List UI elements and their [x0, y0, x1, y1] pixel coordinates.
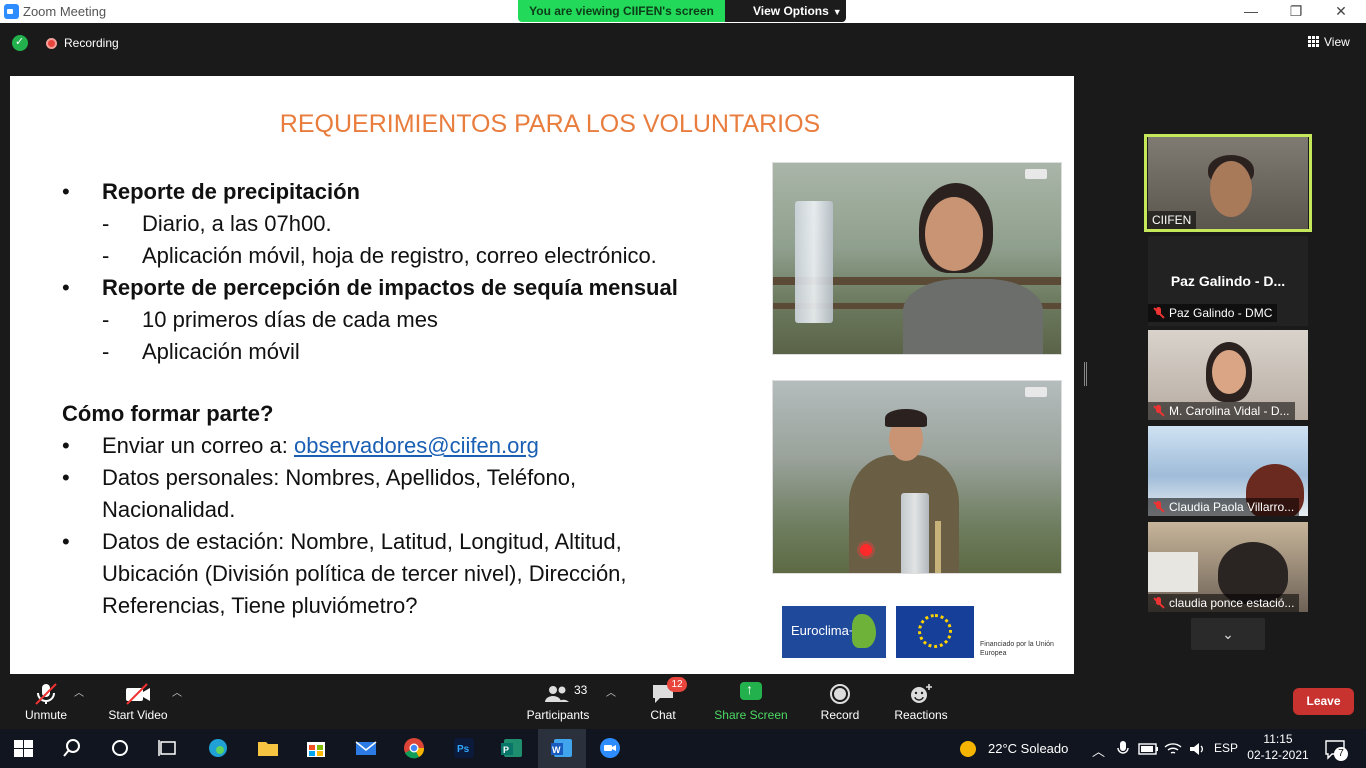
chevron-down-icon: ⌄: [1222, 626, 1234, 642]
mic-muted-icon: [1153, 501, 1164, 513]
record-icon: [830, 684, 850, 704]
zoom-taskbar-icon[interactable]: [598, 737, 622, 759]
publisher-icon[interactable]: P: [500, 737, 524, 759]
participants-count: 33: [574, 683, 588, 697]
bullet-item: • Datos personales: Nombres, Apellidos, T…: [62, 465, 577, 522]
sub-bullet-item: - Aplicación móvil: [102, 339, 300, 364]
chevron-down-icon: ▼: [832, 7, 842, 17]
sub-bullet-item: - Diario, a las 07h00.: [102, 211, 332, 236]
tray-expand-icon[interactable]: ︿: [1092, 741, 1105, 760]
mic-muted-icon: [35, 683, 57, 705]
participant-name: M. Carolina Vidal - D...: [1148, 402, 1295, 420]
encryption-shield-icon[interactable]: [12, 35, 28, 51]
leave-button[interactable]: Leave: [1293, 688, 1354, 715]
gallery-next-button[interactable]: ⌄: [1191, 618, 1265, 650]
chat-unread-badge: 12: [667, 677, 687, 692]
watermark-logo: [1025, 169, 1047, 179]
rain-gauge: [901, 493, 929, 573]
share-screen-icon: [740, 681, 762, 700]
bullet-item: • Reporte de precipitación: [62, 179, 360, 204]
email-link[interactable]: observadores@ciifen.org: [294, 433, 539, 458]
word-icon[interactable]: W: [550, 737, 574, 759]
view-label: View: [1324, 35, 1350, 49]
maximize-button[interactable]: ❐: [1281, 2, 1311, 20]
svg-text:Ps: Ps: [457, 744, 470, 755]
bullet-item: • Datos de estación: Nombre, Latitud, Lon…: [62, 529, 627, 618]
notification-count-badge: 7: [1334, 747, 1348, 761]
volunteer-photo-man: [772, 380, 1062, 574]
emoji-plus-icon: [911, 684, 932, 703]
photoshop-icon[interactable]: Ps: [452, 737, 476, 759]
chrome-icon[interactable]: [402, 737, 426, 759]
participant-name: claudia ponce estació...: [1148, 594, 1300, 612]
bullet-item: • Enviar un correo a: observadores@ciifen…: [62, 433, 539, 458]
participant-tile[interactable]: Paz Galindo - D... Paz Galindo - DMC: [1148, 236, 1308, 326]
window-title: Zoom Meeting: [23, 4, 107, 19]
svg-text:P: P: [503, 745, 509, 755]
clock-date: 02-12-2021: [1247, 748, 1309, 762]
close-button[interactable]: ✕: [1326, 2, 1356, 20]
minimize-button[interactable]: —: [1236, 2, 1266, 20]
file-explorer-icon[interactable]: [256, 737, 280, 759]
shared-screen: REQUERIMIENTOS PARA LOS VOLUNTARIOS • Rep…: [10, 76, 1074, 674]
participant-tile[interactable]: M. Carolina Vidal - D...: [1148, 330, 1308, 420]
recording-label: Recording: [64, 36, 119, 50]
edge-browser-icon[interactable]: [206, 737, 230, 759]
funding-caption: Financiado por la Unión Europea: [980, 641, 1054, 657]
participant-name: CIIFEN: [1148, 211, 1197, 229]
sub-bullet-item: -10 primeros días de cada mes: [102, 307, 438, 332]
slide-title: REQUERIMIENTOS PARA LOS VOLUNTARIOS: [279, 110, 821, 138]
audio-options-caret[interactable]: ︿: [74, 684, 84, 699]
mail-icon[interactable]: [354, 737, 378, 759]
participants-options-caret[interactable]: ︿: [606, 684, 616, 699]
viewing-screen-label: You are viewing CIIFEN's screen: [518, 0, 725, 22]
cortana-icon[interactable]: [108, 737, 132, 759]
resize-handle[interactable]: [1084, 362, 1087, 386]
bullet-item: • Reporte de percepción de impactos de se…: [62, 275, 678, 300]
participants-icon: [545, 686, 569, 702]
view-button[interactable]: View: [1308, 35, 1350, 49]
search-icon[interactable]: [60, 737, 84, 759]
clock-time: 11:15: [1263, 732, 1293, 746]
windows-start-icon[interactable]: [12, 737, 36, 759]
euroclima-logo: Euroclima+: [782, 606, 886, 658]
participant-name: Paz Galindo - DMC: [1148, 304, 1278, 322]
participant-name: Claudia Paola Villarro...: [1148, 498, 1300, 516]
microphone-in-use-icon[interactable]: [1116, 740, 1130, 758]
participant-tile[interactable]: claudia ponce estació...: [1148, 522, 1308, 612]
annotation-pointer: [860, 544, 872, 556]
video-options-caret[interactable]: ︿: [172, 684, 182, 699]
eu-flag-logo: [896, 606, 974, 658]
weather-label[interactable]: 22°C Soleado: [988, 741, 1068, 756]
weather-sun-icon[interactable]: [958, 739, 978, 759]
recording-icon: [46, 38, 57, 49]
mic-muted-icon: [1153, 405, 1164, 417]
view-options-button[interactable]: View Options ▼: [725, 0, 846, 22]
volunteer-photo-woman: [772, 162, 1062, 355]
section-heading: Cómo formar parte?: [62, 401, 274, 426]
volume-icon[interactable]: [1188, 741, 1206, 757]
battery-icon[interactable]: [1138, 741, 1160, 757]
mic-muted-icon: [1153, 307, 1164, 319]
store-icon[interactable]: [304, 737, 328, 759]
slide-body: • Reporte de precipitación - Diario, a las…: [62, 176, 762, 622]
participant-display-name: Paz Galindo - D...: [1170, 273, 1286, 289]
sub-bullet-item: - Aplicación móvil, hoja de registro, cor…: [102, 243, 657, 268]
grid-icon: [1308, 36, 1319, 47]
clock[interactable]: 11:15 02-12-2021: [1246, 731, 1310, 763]
camera-off-icon: [126, 683, 150, 705]
task-view-icon[interactable]: [156, 737, 180, 759]
rain-gauge: [795, 201, 833, 323]
svg-text:W: W: [552, 745, 561, 755]
participant-tile[interactable]: Claudia Paola Villarro...: [1148, 426, 1308, 516]
language-indicator[interactable]: ESP: [1214, 741, 1238, 755]
share-banner: You are viewing CIIFEN's screen View Opt…: [518, 0, 846, 22]
watermark-logo: [1025, 387, 1047, 397]
wifi-icon[interactable]: [1164, 741, 1182, 757]
view-options-label: View Options: [753, 4, 829, 18]
windows-taskbar: [0, 729, 1366, 768]
mic-muted-icon: [1153, 597, 1164, 609]
participant-tile[interactable]: CIIFEN: [1148, 137, 1308, 229]
zoom-logo-icon: [4, 4, 19, 19]
